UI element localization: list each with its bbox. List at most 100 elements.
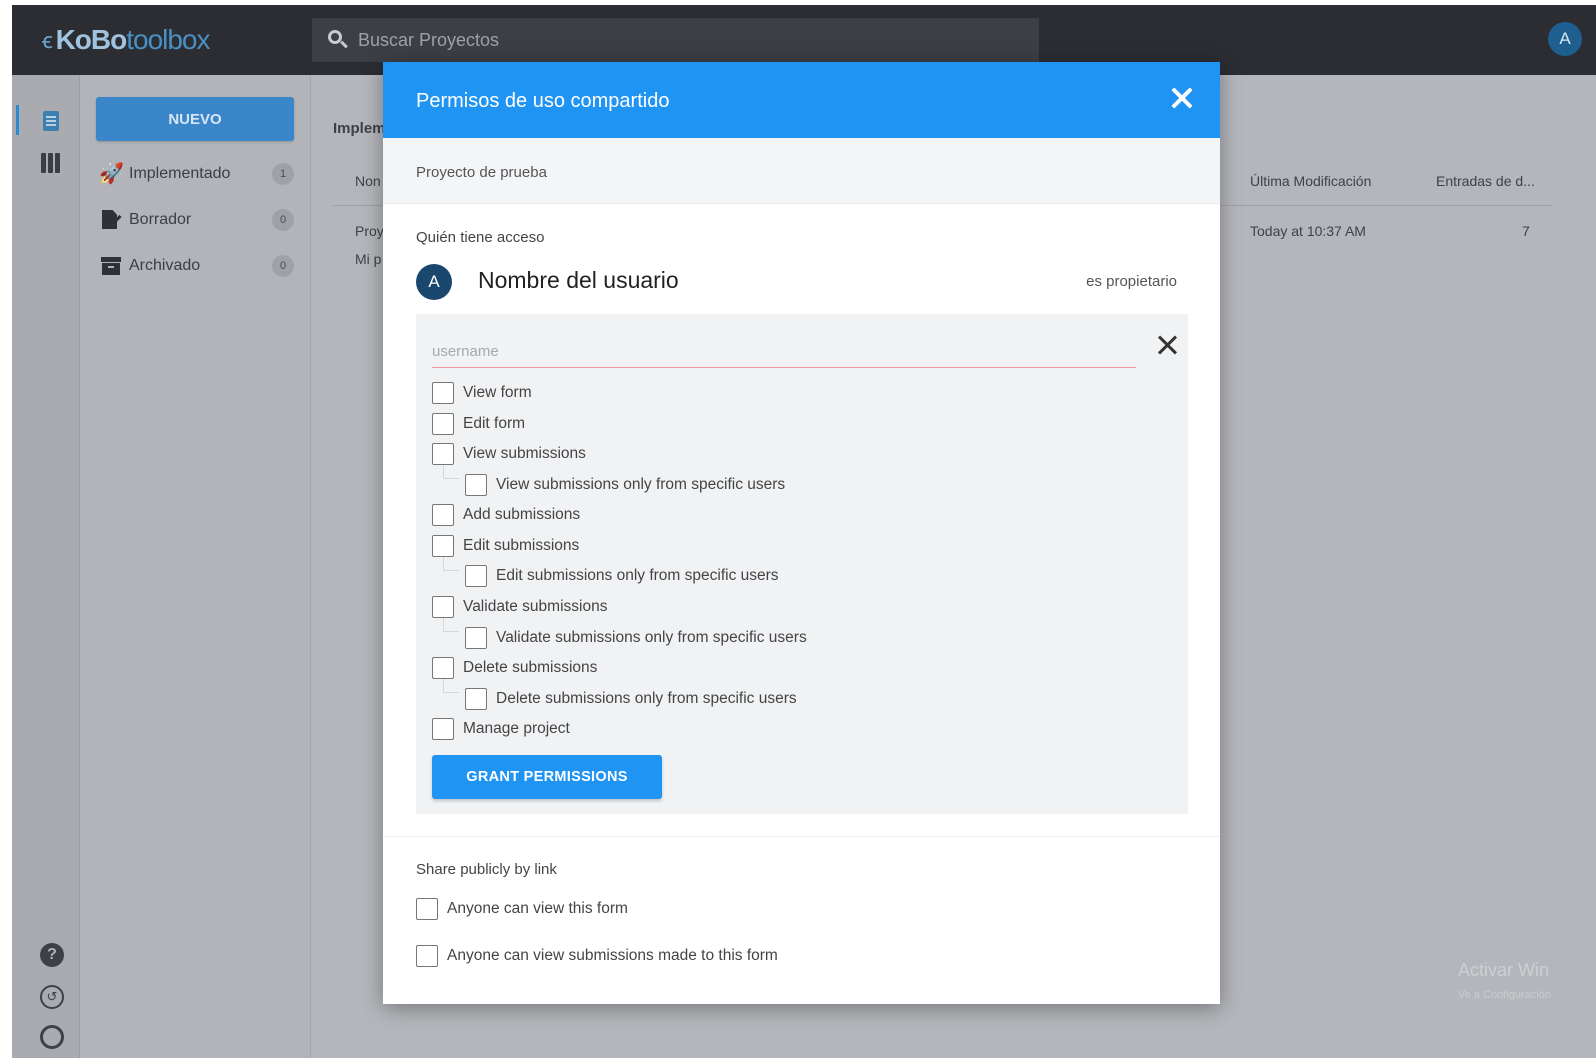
- new-project-button[interactable]: NUEVO: [96, 97, 294, 141]
- permission-label: Delete submissions: [463, 659, 598, 676]
- sidebar: NUEVO 🚀 Implementado 1 Borrador 0 Archiv…: [81, 75, 311, 1058]
- share-publicly-label: Share publicly by link: [416, 861, 557, 878]
- icon-rail: ? ↺: [12, 75, 80, 1058]
- permission-edit-form[interactable]: Edit form: [432, 412, 525, 436]
- username-input[interactable]: [432, 336, 1136, 368]
- sharing-permissions-modal: Permisos de uso compartido Proyecto de p…: [383, 62, 1220, 1004]
- search-bar[interactable]: Buscar Proyectos: [312, 18, 1039, 62]
- owner-name: Nombre del usuario: [478, 267, 679, 293]
- count-badge: 0: [272, 209, 294, 231]
- project-row-name[interactable]: Proy: [355, 223, 384, 239]
- checkbox[interactable]: [465, 627, 487, 649]
- public-view-form-option[interactable]: Anyone can view this form: [416, 897, 628, 921]
- permission-label: Validate submissions: [463, 598, 608, 615]
- permission-add-submissions[interactable]: Add submissions: [432, 503, 580, 527]
- os-watermark-sub: Ve a Configuración: [1458, 989, 1551, 1001]
- public-option-label: Anyone can view this form: [447, 900, 628, 917]
- permission-delete-submissions[interactable]: Delete submissions: [432, 656, 597, 680]
- column-header-name[interactable]: Non: [355, 173, 381, 189]
- permission-label: Edit form: [463, 415, 526, 432]
- checkbox[interactable]: [465, 688, 487, 710]
- project-row-description: Mi p: [355, 251, 382, 267]
- tree-connector: [443, 679, 459, 693]
- checkbox[interactable]: [465, 474, 487, 496]
- permission-label: Edit submissions: [463, 537, 580, 554]
- permission-validate-submissions-partial[interactable]: Validate submissions only from specific …: [465, 626, 807, 650]
- public-view-submissions-option[interactable]: Anyone can view submissions made to this…: [416, 944, 778, 968]
- who-has-access-label: Quién tiene acceso: [416, 229, 545, 246]
- permission-delete-submissions-partial[interactable]: Delete submissions only from specific us…: [465, 687, 797, 711]
- project-name: Proyecto de prueba: [416, 164, 547, 181]
- permission-edit-submissions[interactable]: Edit submissions: [432, 534, 579, 558]
- project-bar: Proyecto de prueba: [383, 138, 1220, 204]
- sidebar-item-label: Borrador: [129, 211, 192, 228]
- logo-text-toolbox: toolbox: [126, 24, 210, 55]
- owner-role: es propietario: [1086, 273, 1177, 290]
- os-watermark: Activar Win: [1458, 960, 1550, 980]
- permission-manage-project[interactable]: Manage project: [432, 717, 570, 741]
- sidebar-item-draft[interactable]: Borrador 0: [99, 205, 294, 235]
- permission-label: Validate submissions only from specific …: [496, 629, 807, 646]
- count-badge: 0: [272, 255, 294, 277]
- checkbox[interactable]: [432, 718, 454, 740]
- sidebar-item-deployed[interactable]: 🚀 Implementado 1: [99, 159, 294, 189]
- project-row-entries: 7: [1522, 223, 1530, 239]
- kobotoolbox-logo[interactable]: ꞓ KoBo toolbox: [42, 24, 211, 55]
- search-placeholder: Buscar Proyectos: [358, 29, 500, 50]
- tree-connector: [443, 465, 459, 479]
- permission-label: Manage project: [463, 720, 570, 737]
- checkbox[interactable]: [432, 413, 454, 435]
- grant-permissions-button[interactable]: GRANT PERMISSIONS: [432, 755, 662, 799]
- logo-text-kobo: KoBo: [55, 24, 128, 55]
- permission-label: View submissions only from specific user…: [496, 476, 786, 493]
- add-user-permissions-form: View form Edit form View submissions Vie…: [416, 314, 1188, 814]
- modal-title: Permisos de uso compartido: [416, 90, 670, 112]
- draft-icon: [99, 208, 123, 232]
- search-icon: [328, 30, 348, 50]
- project-row-modified: Today at 10:37 AM: [1250, 223, 1366, 239]
- sidebar-item-label: Implementado: [129, 165, 231, 182]
- checkbox[interactable]: [465, 565, 487, 587]
- column-header-entries[interactable]: Entradas de d...: [1436, 173, 1535, 189]
- tree-connector: [443, 557, 459, 571]
- kobo-logo-icon: ꞓ: [42, 28, 53, 53]
- modal-header: Permisos de uso compartido: [383, 62, 1220, 138]
- permission-label: Delete submissions only from specific us…: [496, 690, 797, 707]
- checkbox[interactable]: [432, 657, 454, 679]
- history-icon[interactable]: ↺: [40, 985, 64, 1009]
- permission-label: View submissions: [463, 445, 586, 462]
- permission-view-submissions-partial[interactable]: View submissions only from specific user…: [465, 473, 785, 497]
- divider: [383, 836, 1220, 837]
- checkbox[interactable]: [416, 898, 438, 920]
- checkbox[interactable]: [432, 443, 454, 465]
- forms-icon[interactable]: [40, 109, 62, 131]
- column-header-modified[interactable]: Última Modificación: [1250, 173, 1371, 189]
- permission-validate-submissions[interactable]: Validate submissions: [432, 595, 607, 619]
- section-heading: Implem: [333, 120, 386, 137]
- sidebar-item-label: Archivado: [129, 257, 201, 274]
- permission-label: View form: [463, 384, 532, 401]
- owner-avatar: A: [416, 264, 452, 300]
- permission-label: Edit submissions only from specific user…: [496, 567, 779, 584]
- checkbox[interactable]: [432, 382, 454, 404]
- library-icon[interactable]: [40, 151, 62, 173]
- public-option-label: Anyone can view submissions made to this…: [447, 947, 778, 964]
- checkbox[interactable]: [416, 945, 438, 967]
- user-avatar[interactable]: A: [1548, 22, 1582, 56]
- count-badge: 1: [272, 163, 294, 185]
- checkbox[interactable]: [432, 535, 454, 557]
- permission-view-submissions[interactable]: View submissions: [432, 442, 586, 466]
- close-form-icon[interactable]: [1156, 333, 1180, 357]
- permission-view-form[interactable]: View form: [432, 381, 532, 405]
- permission-label: Add submissions: [463, 506, 581, 523]
- close-icon[interactable]: [1168, 84, 1196, 112]
- sidebar-item-archived[interactable]: Archivado 0: [99, 251, 294, 281]
- help-icon[interactable]: ?: [40, 943, 64, 967]
- checkbox[interactable]: [432, 596, 454, 618]
- permission-edit-submissions-partial[interactable]: Edit submissions only from specific user…: [465, 564, 779, 588]
- active-indicator: [16, 105, 19, 135]
- rocket-icon: 🚀: [99, 163, 124, 185]
- tree-connector: [443, 618, 459, 632]
- support-icon[interactable]: [40, 1025, 64, 1049]
- checkbox[interactable]: [432, 504, 454, 526]
